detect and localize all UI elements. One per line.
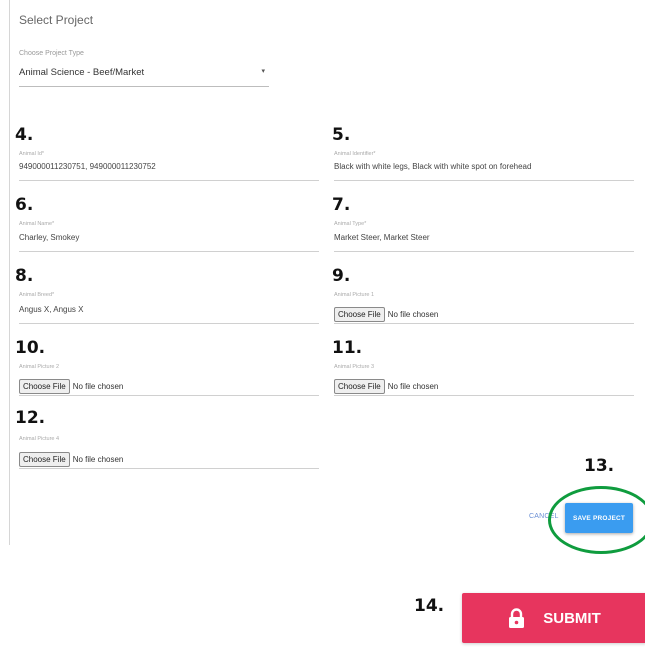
animal-picture-2-underline bbox=[19, 395, 319, 396]
animal-type-label: Animal Type* bbox=[334, 221, 367, 227]
step-number-7: 7. bbox=[332, 195, 351, 215]
file-status-4: No file chosen bbox=[72, 455, 124, 464]
step-number-12: 12. bbox=[15, 408, 46, 428]
choose-file-button-1[interactable]: Choose File bbox=[334, 307, 385, 322]
animal-breed-label: Animal Breed* bbox=[19, 292, 55, 298]
animal-picture-4-underline bbox=[19, 468, 319, 469]
step-number-11: 11. bbox=[332, 338, 363, 358]
file-status-2: No file chosen bbox=[72, 382, 124, 391]
animal-name-label: Animal Name* bbox=[19, 221, 55, 227]
animal-identifier-underline bbox=[334, 180, 634, 181]
animal-picture-3-label: Animal Picture 3 bbox=[334, 364, 375, 370]
project-type-value: Animal Science - Beef/Market bbox=[19, 67, 145, 78]
section-title: Select Project bbox=[19, 13, 94, 27]
chevron-down-icon: ▾ bbox=[261, 68, 265, 75]
animal-breed-underline bbox=[19, 323, 319, 324]
animal-name-underline bbox=[19, 251, 319, 252]
file-status-3: No file chosen bbox=[387, 382, 439, 391]
choose-file-button-3[interactable]: Choose File bbox=[334, 379, 385, 394]
animal-breed-input[interactable]: Angus X, Angus X bbox=[19, 305, 84, 314]
save-project-button[interactable]: SAVE PROJECT bbox=[565, 503, 633, 533]
file-status-1: No file chosen bbox=[387, 310, 439, 319]
step-number-6: 6. bbox=[15, 195, 34, 215]
step-number-5: 5. bbox=[332, 125, 351, 145]
choose-file-button-2[interactable]: Choose File bbox=[19, 379, 70, 394]
animal-picture-4-label: Animal Picture 4 bbox=[19, 436, 60, 442]
step-number-8: 8. bbox=[15, 266, 34, 286]
submit-button[interactable]: SUBMIT bbox=[462, 593, 645, 643]
step-number-9: 9. bbox=[332, 266, 351, 286]
lock-icon bbox=[508, 608, 525, 628]
animal-identifier-input[interactable]: Black with white legs, Black with white … bbox=[334, 162, 531, 171]
animal-type-underline bbox=[334, 251, 634, 252]
project-type-select[interactable]: Animal Science - Beef/Market ▾ bbox=[19, 64, 269, 87]
left-border bbox=[9, 0, 10, 545]
animal-picture-3-field: Choose File No file chosen bbox=[334, 376, 438, 394]
animal-picture-1-underline bbox=[334, 323, 634, 324]
choose-file-button-4[interactable]: Choose File bbox=[19, 452, 70, 467]
animal-picture-1-field: Choose File No file chosen bbox=[334, 304, 438, 322]
animal-id-underline bbox=[19, 180, 319, 181]
animal-identifier-label: Animal Identifier* bbox=[334, 151, 376, 157]
animal-picture-2-field: Choose File No file chosen bbox=[19, 376, 123, 394]
animal-picture-4-field: Choose File No file chosen bbox=[19, 449, 123, 467]
animal-name-input[interactable]: Charley, Smokey bbox=[19, 233, 79, 242]
project-type-label: Choose Project Type bbox=[19, 50, 84, 57]
step-number-10: 10. bbox=[15, 338, 46, 358]
step-number-14: 14. bbox=[414, 596, 445, 616]
submit-label: SUBMIT bbox=[543, 609, 601, 627]
animal-picture-2-label: Animal Picture 2 bbox=[19, 364, 60, 370]
animal-type-input[interactable]: Market Steer, Market Steer bbox=[334, 233, 430, 242]
step-number-13: 13. bbox=[584, 456, 615, 476]
step-number-4: 4. bbox=[15, 125, 34, 145]
animal-id-input[interactable]: 949000011230751, 949000011230752 bbox=[19, 162, 156, 171]
animal-id-label: Animal Id* bbox=[19, 151, 45, 157]
animal-picture-1-label: Animal Picture 1 bbox=[334, 292, 375, 298]
animal-picture-3-underline bbox=[334, 395, 634, 396]
